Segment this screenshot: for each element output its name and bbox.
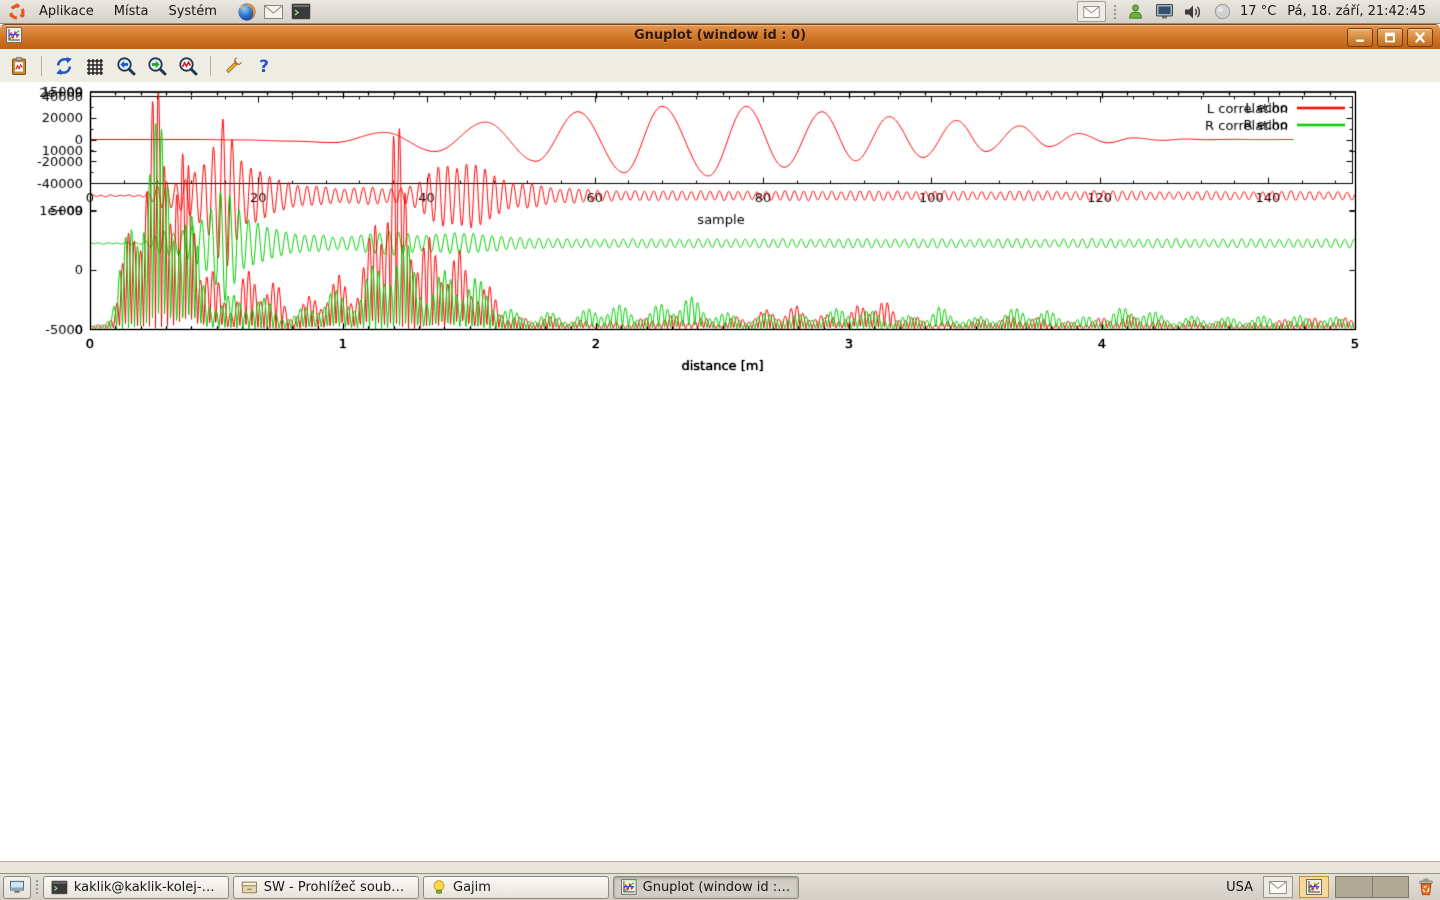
correlation-distance-chart[interactable] — [0, 82, 1440, 382]
copy-plot-button[interactable] — [8, 55, 30, 77]
task-label: SW - Prohlížeč souborů — [264, 880, 411, 895]
desktop: Aplikace Místa Systém — [0, 0, 1440, 900]
help-icon: ? — [254, 56, 274, 76]
panel-launchers — [236, 2, 312, 22]
weather-icon[interactable] — [1211, 2, 1233, 22]
task-button-file-manager[interactable]: SW - Prohlížeč souborů — [233, 876, 419, 899]
user-switch-icon[interactable] — [1124, 2, 1146, 22]
configure-icon — [223, 56, 243, 76]
window-title: Gnuplot (window id : 0) — [634, 28, 806, 43]
menu-system[interactable]: Systém — [159, 2, 225, 21]
toolbar-separator — [210, 56, 211, 76]
file-manager-icon — [241, 880, 258, 895]
terminal-icon — [51, 880, 68, 895]
configure-button[interactable] — [222, 55, 244, 77]
help-button[interactable]: ? — [253, 55, 275, 77]
menu-places[interactable]: Místa — [105, 2, 158, 21]
grid-icon — [85, 56, 105, 76]
svg-text:?: ? — [259, 57, 269, 76]
volume-icon[interactable] — [1182, 2, 1204, 22]
zoom-previous-icon — [116, 56, 136, 76]
top-panel: Aplikace Místa Systém — [0, 0, 1440, 24]
applet-handle — [1113, 4, 1117, 20]
show-desktop-icon — [9, 880, 25, 894]
mail-notification-icon[interactable] — [1077, 1, 1106, 22]
keyboard-layout-indicator[interactable]: USA — [1222, 880, 1257, 895]
plot-canvas-area — [0, 82, 1440, 862]
gnuplot-icon — [621, 879, 637, 895]
applet-handle — [35, 879, 39, 895]
gnuplot-toolbar: ? — [0, 49, 1440, 83]
close-button[interactable] — [1407, 28, 1433, 47]
gajim-icon — [431, 879, 447, 895]
refresh-button[interactable] — [53, 55, 75, 77]
task-button-gnuplot[interactable]: Gnuplot (window id : 0) — [613, 876, 799, 899]
copy-plot-icon — [9, 56, 29, 76]
menu-applications[interactable]: Aplikace — [30, 2, 103, 21]
bottom-panel: kaklik@kaklik-kolej-u... SW - Prohlížeč … — [0, 873, 1440, 900]
zoom-next-icon — [147, 56, 167, 76]
zoom-previous-button[interactable] — [115, 55, 137, 77]
firefox-icon[interactable] — [236, 2, 258, 22]
unzoom-icon — [178, 56, 198, 76]
workspace-switcher — [1335, 876, 1409, 898]
zoom-next-button[interactable] — [146, 55, 168, 77]
workspace-1[interactable] — [1336, 877, 1372, 897]
task-button-gajim[interactable]: Gajim — [423, 876, 609, 899]
taskbar-right: USA — [1222, 876, 1437, 898]
terminal-icon[interactable] — [290, 2, 312, 22]
gnuplot-window: Gnuplot (window id : 0) — [0, 24, 1440, 874]
unzoom-button[interactable] — [177, 55, 199, 77]
maximize-button[interactable] — [1377, 28, 1403, 47]
clock-label[interactable]: Pá, 18. září, 21:42:45 — [1283, 4, 1430, 19]
task-button-terminal[interactable]: kaklik@kaklik-kolej-u... — [43, 876, 229, 899]
display-icon[interactable] — [1153, 2, 1175, 22]
task-label: Gnuplot (window id : 0) — [643, 880, 791, 895]
tray-mail-icon[interactable] — [1263, 876, 1293, 898]
window-controls — [1347, 28, 1440, 47]
trash-icon[interactable] — [1415, 877, 1437, 897]
show-desktop-button[interactable] — [3, 876, 31, 899]
tray-gnuplot-icon[interactable] — [1299, 876, 1329, 898]
temperature-label[interactable]: 17 °C — [1240, 4, 1276, 19]
ubuntu-logo-icon[interactable] — [6, 2, 28, 22]
toolbar-separator — [41, 56, 42, 76]
panel-indicators: 17 °C Pá, 18. září, 21:42:45 — [1077, 1, 1434, 22]
minimize-button[interactable] — [1347, 28, 1373, 47]
task-label: kaklik@kaklik-kolej-u... — [74, 880, 221, 895]
refresh-icon — [54, 56, 74, 76]
mail-icon[interactable] — [263, 2, 285, 22]
workspace-2[interactable] — [1372, 877, 1409, 897]
gnuplot-window-icon[interactable] — [6, 27, 22, 47]
grid-button[interactable] — [84, 55, 106, 77]
window-titlebar[interactable]: Gnuplot (window id : 0) — [0, 24, 1440, 49]
task-label: Gajim — [453, 880, 491, 895]
